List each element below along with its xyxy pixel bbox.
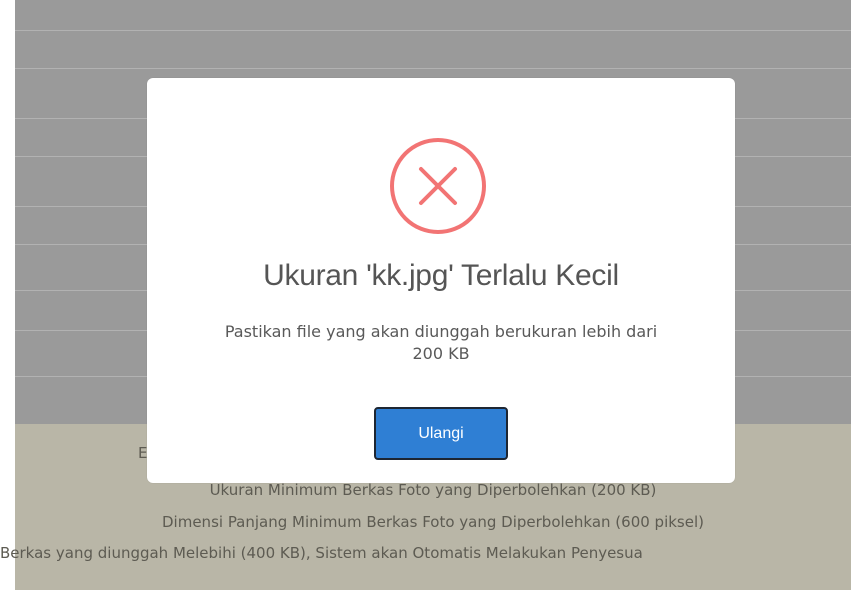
dialog-message-line-2: 200 KB — [412, 344, 470, 363]
info-line-min-size: Ukuran Minimum Berkas Foto yang Diperbol… — [209, 481, 657, 499]
info-line-min-dimension: Dimensi Panjang Minimum Berkas Foto yang… — [162, 513, 704, 531]
dialog-message: Pastikan file yang akan diunggah berukur… — [171, 321, 711, 365]
page-margin — [0, 0, 15, 590]
info-line-auto-resize: Berkas yang diunggah Melebihi (400 KB), … — [0, 544, 643, 562]
divider — [15, 68, 851, 69]
dialog-message-line-1: Pastikan file yang akan diunggah berukur… — [224, 322, 658, 341]
divider — [15, 30, 851, 31]
error-x-icon — [388, 136, 488, 236]
dialog-title: Ukuran 'kk.jpg' Terlalu Kecil — [263, 259, 619, 292]
page: E Ukuran Minimum Berkas Foto yang Diperb… — [0, 0, 851, 590]
retry-button[interactable]: Ulangi — [374, 407, 508, 460]
error-dialog: Ukuran 'kk.jpg' Terlalu Kecil Pastikan f… — [147, 78, 735, 483]
